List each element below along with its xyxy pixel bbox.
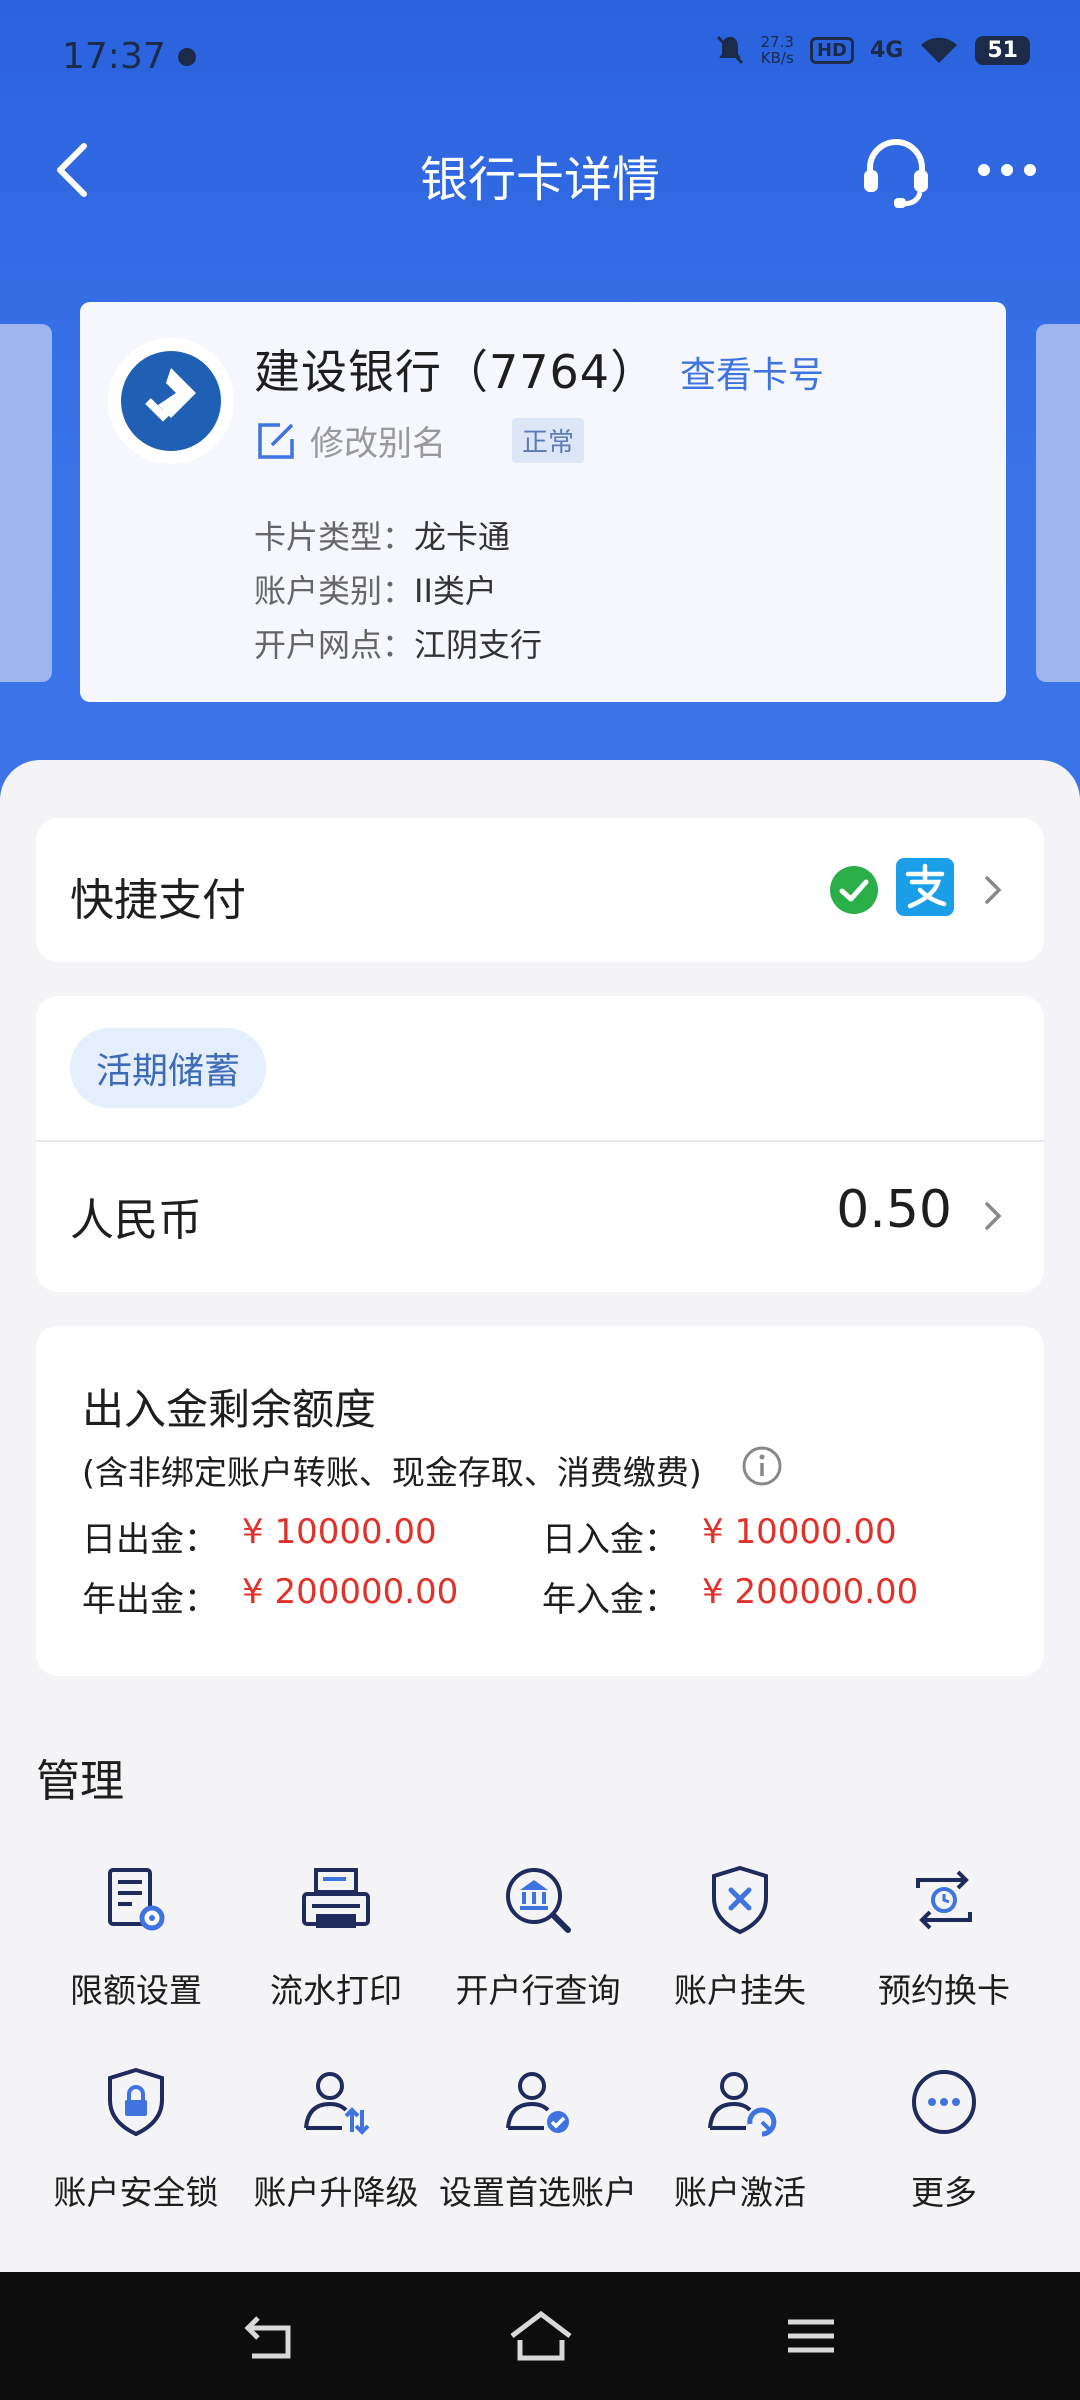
edit-alias-button[interactable]: 修改别名 [254,416,446,465]
card-swap-icon [916,1870,972,1930]
grid-item-statement-print[interactable]: 流水打印 [236,1860,436,2014]
next-card-peek[interactable] [1036,324,1080,682]
grid-item-label: 预约换卡 [878,1971,1010,2010]
bank-card: 建设银行（7764） 查看卡号 修改别名 正常 卡片类型：龙卡通 账户类别：II… [80,302,1006,702]
network-speed: 27.3 KB/s [761,34,794,66]
grid-item-label: 账户挂失 [674,1971,806,2010]
nav-menu-icon[interactable] [776,2306,846,2366]
grid-item-label: 流水打印 [270,1971,402,2010]
hd-icon: HD [809,36,854,64]
limit-label: 年入金： [542,1580,678,1620]
daily-out-limit: 日出金： ¥ 10000.00 [82,1512,437,1561]
system-nav-bar [0,2272,1080,2400]
shield-x-icon [712,1865,768,1935]
chevron-right-icon [985,1202,1002,1230]
mute-icon [716,35,743,65]
savings-account-panel: 活期储蓄 人民币 0.50 [36,996,1044,1292]
view-card-number-link[interactable]: 查看卡号 [680,346,824,398]
grid-item-report-loss[interactable]: 账户挂失 [640,1860,840,2014]
netspeed-unit: KB/s [760,49,794,67]
limits-title: 出入金剩余额度 [82,1385,377,1434]
wifi-icon [921,37,958,63]
edit-alias-label: 修改别名 [310,424,446,464]
status-indicators: 27.3 KB/s HD 4G 51 [715,34,1030,66]
management-section-title: 管理 [36,1756,124,1807]
divider [36,1140,1044,1142]
grid-item-account-activate[interactable]: 账户激活 [640,2062,840,2216]
card-info-key: 开户网点： [254,626,415,664]
limit-value: ¥ 10000.00 [702,1512,897,1552]
wechat-pay-icon [830,866,878,914]
bank-search-icon [506,1868,571,1933]
limit-label: 日入金： [542,1520,678,1560]
limits-subtitle: (含非绑定账户转账、现金存取、消费缴费) [82,1453,702,1492]
currency-label: 人民币 [70,1195,202,1246]
grid-item-label: 账户升降级 [253,2173,419,2212]
limit-value: ¥ 200000.00 [702,1572,919,1612]
grid-item-security-lock[interactable]: 账户安全锁 [36,2062,236,2216]
card-status-badge: 正常 [512,418,585,463]
battery-icon: 51 [975,35,1030,65]
yearly-in-limit: 年入金： ¥ 200000.00 [542,1572,918,1621]
status-time: 17:37 [62,36,166,77]
edit-icon [258,422,294,459]
grid-item-card-replacement[interactable]: 预约换卡 [844,1860,1044,2014]
chevron-right-icon [985,876,1002,904]
card-info-value: 龙卡通 [414,518,511,556]
alipay-icon [896,858,954,916]
shield-lock-icon [108,2067,164,2137]
daily-in-limit: 日入金： ¥ 10000.00 [542,1512,897,1561]
savings-type-tag: 活期储蓄 [70,1028,267,1108]
content-sheet: 快捷支付 活期储蓄 人民币 0.50 出入金剩余额度 (含非绑定账户转账、现金存… [0,760,1080,2272]
customer-service-icon[interactable] [858,134,934,210]
grid-item-label: 设置首选账户 [439,2173,637,2212]
user-activate-icon [708,2072,777,2137]
card-info-value: 江阴支行 [414,626,543,664]
limit-value: ¥ 10000.00 [242,1512,437,1552]
transfer-limits-panel: 出入金剩余额度 (含非绑定账户转账、现金存取、消费缴费) 日出金： ¥ 1000… [36,1326,1044,1676]
status-bar: 17:37 27.3 KB/s HD 4G 51 [0,0,1080,118]
card-info-row: 账户类别：II类户 [254,564,542,618]
info-icon[interactable] [740,1444,784,1488]
user-check-icon [506,2072,569,2133]
quick-pay-label: 快捷支付 [70,875,246,926]
ccb-logo [108,338,234,464]
ccb-logo-icon [121,351,221,451]
yearly-out-limit: 年出金： ¥ 200000.00 [82,1572,458,1621]
card-info-value: II类户 [414,572,497,610]
card-info-row: 卡片类型：龙卡通 [254,510,542,564]
more-circle-icon [912,2070,976,2134]
card-info-key: 卡片类型： [254,518,415,556]
printer-icon [302,1868,370,1928]
card-name: 建设银行（7764） [254,345,658,399]
grid-item-label: 账户安全锁 [53,2173,219,2212]
balance-value: 0.50 [836,1180,952,1240]
limit-label: 日出金： [82,1520,218,1560]
limit-settings-icon [108,1868,165,1931]
grid-item-label: 开户行查询 [455,1971,621,2010]
card-info-row: 开户网点：江阴支行 [254,618,542,672]
notification-icon [178,48,196,66]
grid-item-more[interactable]: 更多 [844,2062,1044,2216]
quick-pay-row[interactable]: 快捷支付 [36,818,1044,962]
grid-item-limit-settings[interactable]: 限额设置 [36,1860,236,2014]
grid-item-label: 限额设置 [70,1971,202,2010]
card-info-list: 卡片类型：龙卡通 账户类别：II类户 开户网点：江阴支行 [254,510,542,672]
user-updown-icon [304,2072,370,2135]
limit-label: 年出金： [82,1580,218,1620]
card-info-key: 账户类别： [254,572,415,610]
nav-back-icon[interactable] [236,2306,306,2366]
previous-card-peek[interactable] [0,324,52,682]
signal-icon: 4G [870,37,904,63]
grid-item-account-grade[interactable]: 账户升降级 [236,2062,436,2216]
grid-item-preferred-account[interactable]: 设置首选账户 [438,2062,638,2216]
grid-item-label: 更多 [911,2173,977,2212]
nav-home-icon[interactable] [506,2306,576,2366]
grid-item-branch-lookup[interactable]: 开户行查询 [438,1860,638,2014]
grid-item-label: 账户激活 [674,2173,806,2212]
more-options-icon[interactable] [972,134,1042,206]
limit-value: ¥ 200000.00 [242,1572,459,1612]
netspeed-value: 27.3 [760,33,794,51]
top-header: 银行卡详情 [0,118,1080,222]
